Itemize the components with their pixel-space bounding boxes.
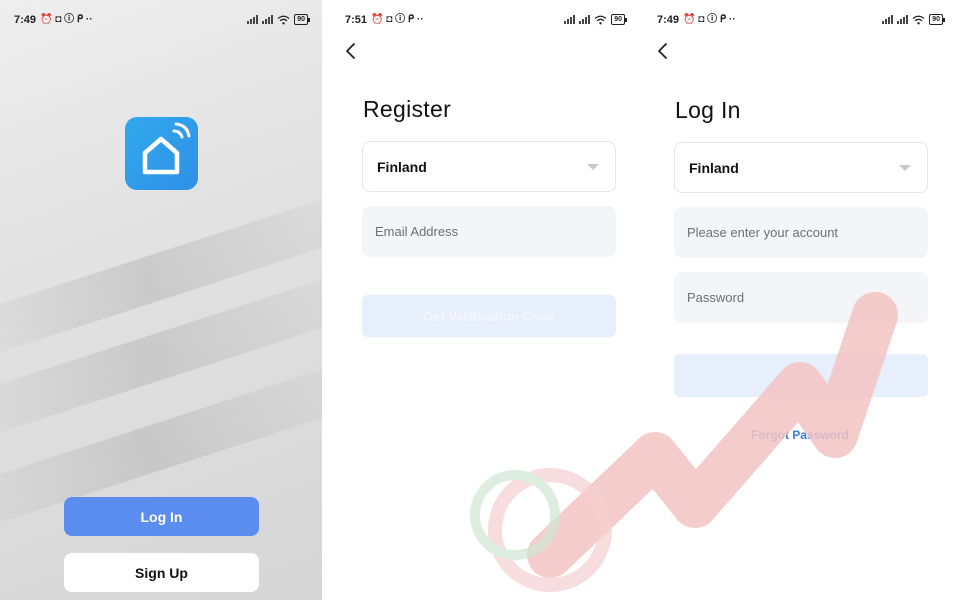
email-field[interactable]: Email Address — [362, 206, 616, 257]
page-title: Log In — [675, 97, 741, 123]
country-select[interactable]: Finland — [674, 142, 928, 193]
email-placeholder: Email Address — [375, 224, 459, 239]
login-button[interactable]: Log In — [64, 497, 259, 536]
register-screen: 7:51 ⏰ ◘ ⓘ ᑭ ·· 90 Register Finland Emai… — [331, 0, 639, 600]
wifi-icon — [594, 15, 607, 24]
login-screen: 7:49 ⏰ ◘ ⓘ ᑭ ·· 90 Log In Finland Please… — [643, 0, 957, 600]
status-bar: 7:51 ⏰ ◘ ⓘ ᑭ ·· 90 — [331, 0, 639, 40]
login-submit-button[interactable]: Log In — [674, 354, 928, 397]
status-time: 7:51 — [345, 14, 368, 26]
signal-icon — [897, 15, 909, 24]
welcome-screen: 7:49 ⏰ ◘ ⓘ ᑭ ·· 90 Log In Sign Up — [0, 0, 322, 600]
signal-icon — [262, 15, 274, 24]
notification-icons: ⏰ ◘ ⓘ ᑭ ·· — [371, 14, 424, 25]
smart-home-logo — [125, 117, 198, 190]
wifi-icon — [912, 15, 925, 24]
page-title: Register — [363, 96, 452, 122]
account-placeholder: Please enter your account — [687, 225, 839, 240]
notification-icons: ⏰ ◘ ⓘ ᑭ ·· — [40, 14, 93, 25]
password-placeholder: Password — [687, 290, 745, 305]
battery-icon: 90 — [929, 14, 945, 25]
signal-icon — [882, 15, 894, 24]
signal-icon — [564, 15, 576, 24]
dropdown-caret-icon — [899, 165, 911, 171]
country-select[interactable]: Finland — [362, 141, 616, 192]
forgot-password-link[interactable]: Forgot Password — [643, 428, 957, 442]
signal-icon — [579, 15, 591, 24]
back-chevron-icon[interactable] — [341, 41, 361, 61]
status-bar: 7:49 ⏰ ◘ ⓘ ᑭ ·· 90 — [643, 0, 957, 40]
country-value: Finland — [689, 159, 739, 176]
status-time: 7:49 — [657, 14, 680, 26]
password-field[interactable]: Password — [674, 272, 928, 323]
signup-button[interactable]: Sign Up — [64, 553, 259, 592]
wifi-icon — [277, 15, 290, 24]
battery-icon: 90 — [611, 14, 627, 25]
get-verification-code-button[interactable]: Get Verification Code — [362, 295, 616, 337]
country-value: Finland — [377, 158, 427, 175]
notification-icons: ⏰ ◘ ⓘ ᑭ ·· — [683, 14, 736, 25]
status-bar: 7:49 ⏰ ◘ ⓘ ᑭ ·· 90 — [0, 0, 322, 40]
dropdown-caret-icon — [587, 164, 599, 170]
battery-icon: 90 — [294, 14, 310, 25]
status-time: 7:49 — [14, 14, 37, 26]
back-chevron-icon[interactable] — [653, 41, 673, 61]
signal-icon — [247, 15, 259, 24]
account-field[interactable]: Please enter your account — [674, 207, 928, 258]
